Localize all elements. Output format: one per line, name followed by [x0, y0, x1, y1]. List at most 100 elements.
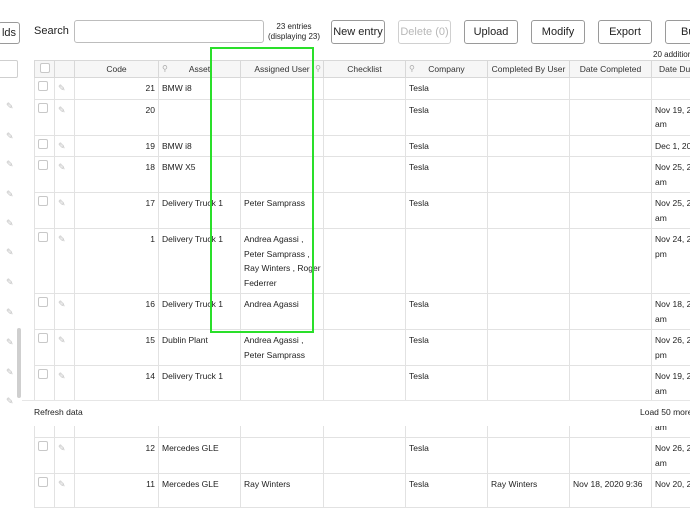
- row-checkbox[interactable]: [38, 81, 48, 91]
- row-checkbox[interactable]: [38, 160, 48, 170]
- table-row[interactable]: ✎15Dublin PlantAndrea Agassi , Peter Sam…: [35, 330, 690, 366]
- pencil-icon[interactable]: ✎: [6, 131, 14, 142]
- pencil-icon[interactable]: ✎: [58, 234, 66, 244]
- table-row[interactable]: ✎12Mercedes GLETeslaNov 26, 2020 11 am: [35, 438, 690, 474]
- scrollbar[interactable]: [17, 328, 21, 398]
- row-edit-cell[interactable]: ✎: [55, 78, 75, 100]
- row-checkbox[interactable]: [38, 333, 48, 343]
- row-select-cell[interactable]: [35, 135, 55, 157]
- pencil-icon[interactable]: ✎: [58, 479, 66, 489]
- row-select-cell[interactable]: [35, 294, 55, 330]
- row-checkbox[interactable]: [38, 369, 48, 379]
- pencil-icon[interactable]: ✎: [6, 337, 14, 348]
- table-row[interactable]: ✎19BMW i8TeslaDec 1, 2020 1:00: [35, 135, 690, 157]
- table-row[interactable]: ✎17Delivery Truck 1Peter SamprassTeslaNo…: [35, 193, 690, 229]
- table-row[interactable]: ✎11Mercedes GLERay WintersTeslaRay Winte…: [35, 474, 690, 508]
- column-header-date-due[interactable]: Date Due: [652, 61, 690, 78]
- refresh-data-link[interactable]: Refresh data: [34, 407, 83, 417]
- upload-button[interactable]: Upload: [464, 20, 518, 44]
- table-row[interactable]: ✎20TeslaNov 19, 2020 11 am: [35, 99, 690, 135]
- fields-button[interactable]: lds: [0, 22, 20, 44]
- row-select-cell[interactable]: [35, 330, 55, 366]
- pencil-icon[interactable]: ✎: [6, 101, 14, 112]
- search-icon[interactable]: ⚲: [162, 64, 168, 73]
- row-select-cell[interactable]: [35, 157, 55, 193]
- delete-button[interactable]: Delete (0): [398, 20, 451, 44]
- column-header-asset[interactable]: ⚲Asset: [159, 61, 241, 78]
- row-checkbox[interactable]: [38, 441, 48, 451]
- bulk-button[interactable]: Bu: [665, 20, 690, 44]
- row-edit-cell[interactable]: ✎: [55, 366, 75, 402]
- pencil-icon[interactable]: ✎: [58, 198, 66, 208]
- row-checkbox[interactable]: [38, 103, 48, 113]
- code-cell: 16: [75, 294, 159, 330]
- row-select-cell[interactable]: [35, 78, 55, 100]
- row-select-cell[interactable]: [35, 193, 55, 229]
- table-row[interactable]: ✎18BMW X5TeslaNov 25, 2020 10 am: [35, 157, 690, 193]
- row-edit-cell[interactable]: ✎: [55, 135, 75, 157]
- search-icon[interactable]: ⚲: [409, 64, 415, 73]
- row-select-cell[interactable]: [35, 366, 55, 402]
- new-entry-button[interactable]: New entry: [331, 20, 385, 44]
- row-select-cell[interactable]: [35, 474, 55, 508]
- pencil-icon[interactable]: ✎: [58, 299, 66, 309]
- table-row[interactable]: ✎16Delivery Truck 1Andrea AgassiTeslaNov…: [35, 294, 690, 330]
- column-header-completed-by[interactable]: Completed By User: [488, 61, 570, 78]
- row-edit-cell[interactable]: ✎: [55, 193, 75, 229]
- pencil-icon[interactable]: ✎: [58, 83, 66, 93]
- code-cell: 12: [75, 438, 159, 474]
- pencil-icon[interactable]: ✎: [58, 162, 66, 172]
- column-header-date-completed[interactable]: Date Completed: [570, 61, 652, 78]
- search-icon[interactable]: ⚲: [315, 64, 321, 73]
- search-input[interactable]: [74, 20, 264, 43]
- pencil-icon[interactable]: ✎: [6, 218, 14, 229]
- row-checkbox[interactable]: [38, 139, 48, 149]
- pencil-icon[interactable]: ✎: [6, 396, 14, 407]
- row-edit-cell[interactable]: ✎: [55, 474, 75, 508]
- row-edit-cell[interactable]: ✎: [55, 438, 75, 474]
- pencil-icon[interactable]: ✎: [6, 247, 14, 258]
- table-row[interactable]: ✎14Delivery Truck 1TeslaNov 19, 2020 11 …: [35, 366, 690, 402]
- left-input-stub[interactable]: [0, 60, 18, 78]
- row-checkbox[interactable]: [38, 232, 48, 242]
- row-edit-cell[interactable]: ✎: [55, 294, 75, 330]
- row-select-cell[interactable]: [35, 229, 55, 294]
- table-row[interactable]: ✎1Delivery Truck 1Andrea Agassi , Peter …: [35, 229, 690, 294]
- row-checkbox[interactable]: [38, 196, 48, 206]
- table-row[interactable]: ✎21BMW i8Tesla: [35, 78, 690, 100]
- pencil-icon[interactable]: ✎: [6, 189, 14, 200]
- row-checkbox[interactable]: [38, 477, 48, 487]
- row-edit-cell[interactable]: ✎: [55, 157, 75, 193]
- date-completed-cell: [570, 78, 652, 100]
- completed-by-cell: [488, 438, 570, 474]
- pencil-icon[interactable]: ✎: [58, 443, 66, 453]
- modify-button[interactable]: Modify: [531, 20, 585, 44]
- select-all-cell[interactable]: [35, 61, 55, 78]
- row-edit-cell[interactable]: ✎: [55, 229, 75, 294]
- pencil-icon[interactable]: ✎: [6, 367, 14, 378]
- pencil-icon[interactable]: ✎: [58, 335, 66, 345]
- column-header-code[interactable]: Code: [75, 61, 159, 78]
- assigned-user-cell: Andrea Agassi , Peter Samprass: [241, 330, 324, 366]
- row-select-cell[interactable]: [35, 438, 55, 474]
- date-due-cell: Nov 26, 2020 1: pm: [652, 330, 690, 366]
- pencil-icon[interactable]: ✎: [6, 277, 14, 288]
- row-select-cell[interactable]: [35, 99, 55, 135]
- export-button[interactable]: Export: [598, 20, 652, 44]
- pencil-icon[interactable]: ✎: [58, 105, 66, 115]
- column-header-assigned-user[interactable]: Assigned User⚲: [241, 61, 324, 78]
- load-more-link[interactable]: Load 50 more: [640, 407, 690, 417]
- select-all-checkbox[interactable]: [40, 63, 50, 73]
- company-cell: Tesla: [406, 294, 488, 330]
- row-edit-cell[interactable]: ✎: [55, 99, 75, 135]
- completed-by-cell: [488, 135, 570, 157]
- row-checkbox[interactable]: [38, 297, 48, 307]
- pencil-icon[interactable]: ✎: [58, 371, 66, 381]
- row-edit-cell[interactable]: ✎: [55, 330, 75, 366]
- checklist-cell: [324, 294, 406, 330]
- pencil-icon[interactable]: ✎: [58, 141, 66, 151]
- column-header-checklist[interactable]: Checklist: [324, 61, 406, 78]
- pencil-icon[interactable]: ✎: [6, 159, 14, 170]
- pencil-icon[interactable]: ✎: [6, 307, 14, 318]
- column-header-company[interactable]: ⚲Company: [406, 61, 488, 78]
